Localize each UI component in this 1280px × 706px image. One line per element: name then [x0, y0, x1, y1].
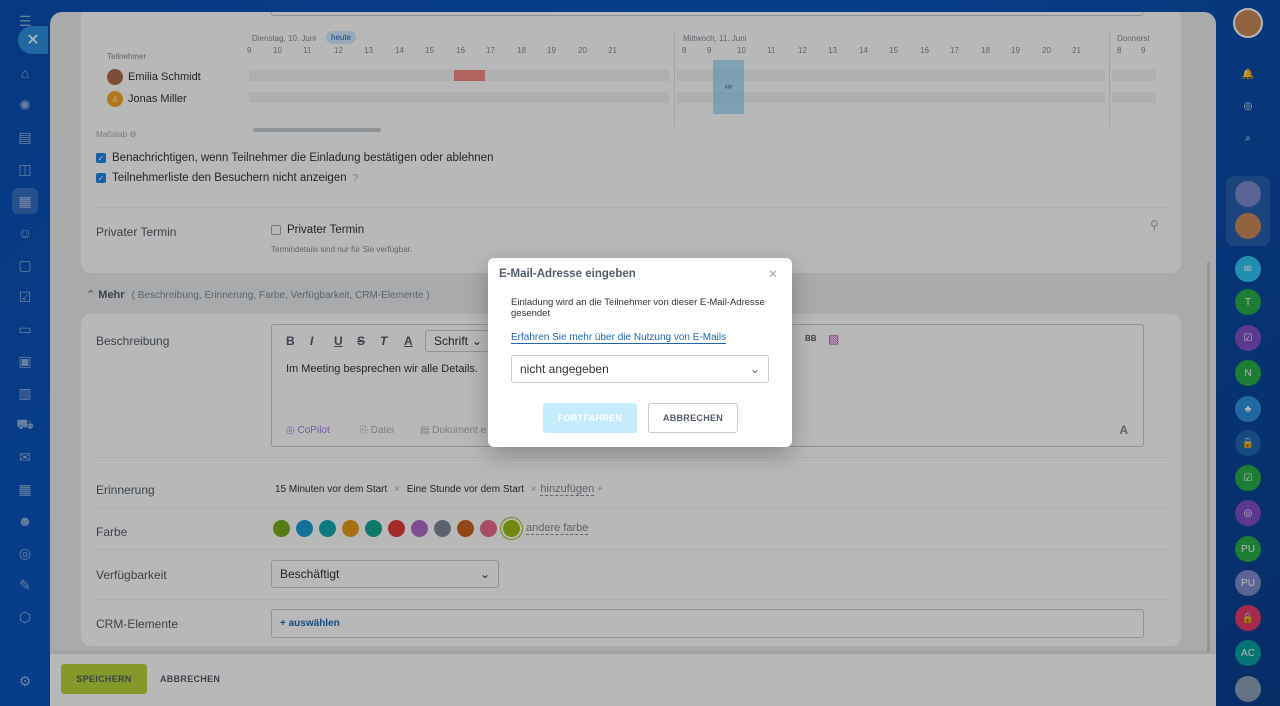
dialog-cancel-button[interactable]: ABBRECHEN	[648, 403, 738, 433]
chevron-down-icon: ⌄	[749, 362, 760, 376]
close-icon[interactable]: ✕	[768, 267, 778, 281]
dialog-description: Einladung wird an die Teilnehmer von die…	[511, 297, 765, 319]
continue-button[interactable]: FORTFAHREN	[543, 403, 637, 433]
learn-more-link[interactable]: Erfahren Sie mehr über die Nutzung von E…	[511, 332, 727, 344]
dialog-title: E-Mail-Adresse eingeben	[499, 268, 636, 280]
email-dialog: E-Mail-Adresse eingeben ✕ Einladung wird…	[488, 258, 792, 447]
email-select-value: nicht angegeben	[520, 362, 609, 376]
email-select[interactable]: nicht angegeben ⌄	[511, 355, 769, 383]
